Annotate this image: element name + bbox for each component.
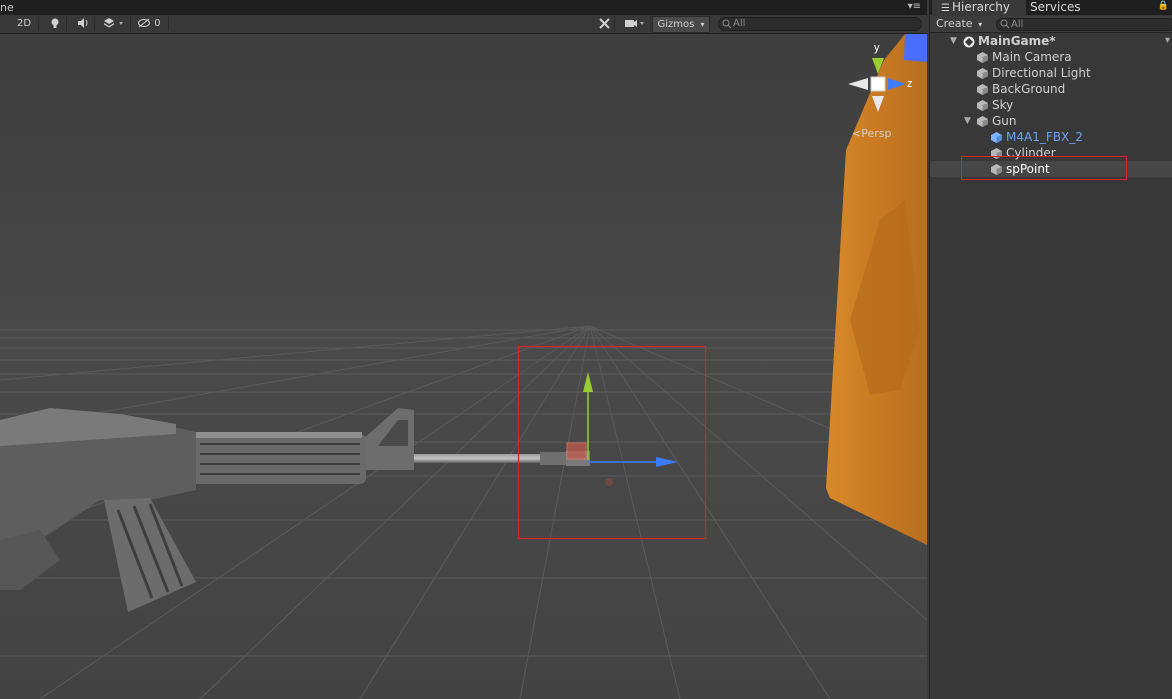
expand-arrow-icon[interactable]: ▼ — [964, 113, 971, 129]
tree-item-label: Gun — [992, 114, 1017, 128]
tree-item-label: M4A1_FBX_2 — [1006, 130, 1083, 144]
list-icon: ☰ — [941, 3, 950, 14]
tools-button[interactable] — [594, 16, 615, 31]
tree-item-background[interactable]: BackGround — [930, 81, 1172, 97]
tree-item-m4a1-fbx-2[interactable]: M4A1_FBX_2 — [930, 129, 1172, 145]
gameobject-cube-icon — [977, 52, 988, 63]
hierarchy-tab-strip: ☰ Hierarchy Services 🔒 — [930, 0, 1172, 15]
tab-hierarchy-label: Hierarchy — [951, 0, 1010, 14]
create-label: Create — [936, 17, 973, 30]
tree-item-label: Sky — [992, 98, 1014, 112]
prefab-cube-icon — [991, 132, 1002, 143]
scene-name: MainGame* — [978, 34, 1056, 48]
scene-root-row[interactable]: ▼ MainGame* ▾ — [930, 33, 1172, 49]
speaker-icon — [78, 18, 88, 28]
tree-item-main-camera[interactable]: Main Camera — [930, 49, 1172, 65]
chevron-down-icon: ▾ — [978, 20, 983, 29]
2d-toggle-button[interactable]: 2D — [10, 16, 39, 31]
gizmos-label: Gizmos — [657, 19, 695, 30]
scene-search-input[interactable]: All — [718, 17, 922, 31]
search-icon — [722, 19, 732, 29]
search-icon — [1000, 19, 1010, 29]
wrench-cross-icon — [598, 17, 610, 29]
gameobject-cube-icon — [977, 100, 988, 111]
tree-item-sky[interactable]: Sky — [930, 97, 1172, 113]
camera-settings-button[interactable] — [620, 16, 651, 31]
tree-item-label: Directional Light — [992, 66, 1091, 80]
gameobject-cube-icon — [977, 68, 988, 79]
create-button[interactable]: Create ▾ — [936, 17, 986, 31]
gameobject-cube-icon — [977, 84, 988, 95]
hidden-objects-button[interactable]: 0 — [136, 16, 169, 31]
effects-toggle-button[interactable] — [98, 16, 131, 31]
audio-toggle-button[interactable] — [72, 16, 95, 31]
unity-scene-icon — [963, 36, 975, 48]
scene-tab[interactable]: ne — [0, 1, 14, 14]
layers-dropdown-icon — [104, 18, 123, 28]
expand-arrow-icon[interactable]: ▼ — [950, 33, 957, 49]
scene-view[interactable]: ne ▾≡ 2D 0 Gizmos ▾ All y z <Persp — [0, 0, 927, 699]
tree-item-label: BackGround — [992, 82, 1066, 96]
tab-services[interactable]: Services — [1030, 0, 1100, 15]
scene-search-placeholder: All — [733, 18, 746, 29]
hierarchy-toolbar: Create ▾ All — [930, 16, 1172, 33]
scene-viewport[interactable]: y z — [0, 34, 927, 699]
scene-options-icon[interactable]: ▾ — [1165, 33, 1170, 49]
menu-icon[interactable]: ▾≡ — [908, 1, 921, 12]
projection-toggle[interactable]: <Persp — [852, 127, 891, 140]
camera-icon — [625, 20, 644, 27]
hierarchy-search-input[interactable]: All — [996, 18, 1172, 31]
hidden-objects-count: 0 — [154, 18, 161, 29]
lighting-toggle-button[interactable] — [44, 16, 67, 31]
scene-sky — [0, 34, 927, 334]
scene-toolbar: 2D 0 Gizmos ▾ All — [0, 15, 927, 34]
tree-item-gun[interactable]: ▼ Gun — [930, 113, 1172, 129]
hierarchy-search-placeholder: All — [1011, 19, 1024, 30]
chevron-down-icon: ▾ — [700, 20, 705, 29]
y-axis-label: y — [874, 42, 880, 54]
tree-item-label: Main Camera — [992, 50, 1072, 64]
tab-hierarchy[interactable]: ☰ Hierarchy — [932, 0, 1026, 15]
persp-label-text: Persp — [861, 127, 892, 140]
light-bulb-icon — [51, 18, 59, 28]
gizmos-dropdown[interactable]: Gizmos ▾ — [652, 16, 710, 33]
lock-icon[interactable]: 🔒 — [1158, 1, 1169, 11]
eye-slash-icon — [138, 18, 150, 28]
sppoint-row-highlight — [961, 156, 1127, 180]
persp-chevron-icon: < — [852, 127, 862, 140]
tree-item-directional-light[interactable]: Directional Light — [930, 65, 1172, 81]
gameobject-cube-icon — [977, 116, 988, 127]
hierarchy-panel[interactable]: ☰ Hierarchy Services 🔒 Create ▾ All ▼ Mai… — [929, 0, 1172, 699]
z-axis-label: z — [907, 78, 913, 90]
scene-tab-strip: ne ▾≡ — [0, 0, 927, 15]
